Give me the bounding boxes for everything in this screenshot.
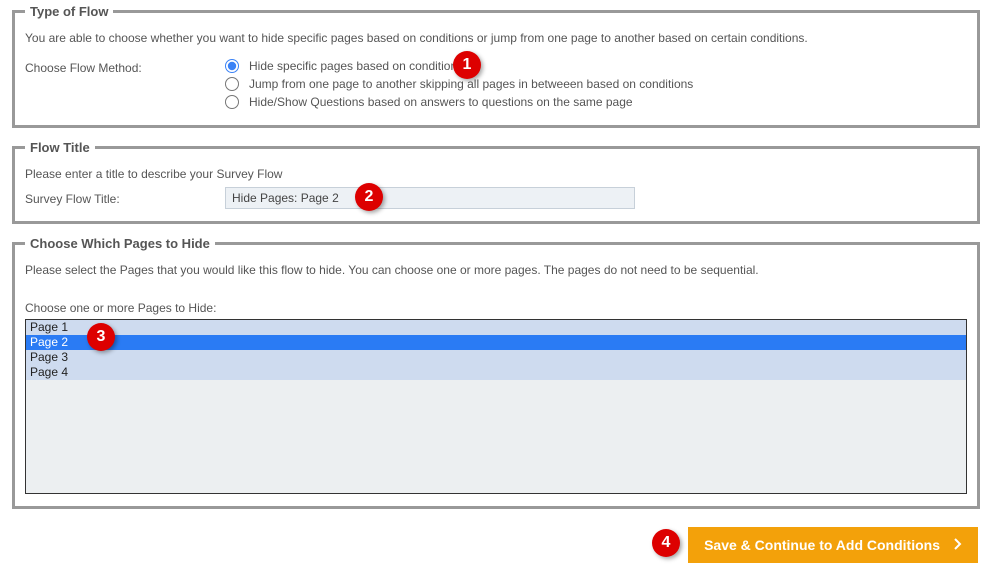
flow-title-input[interactable] [225,187,635,209]
list-item[interactable]: Page 4 [26,365,966,380]
choose-pages-section: Choose Which Pages to Hide Please select… [12,236,980,509]
pages-listbox[interactable]: Page 1 Page 2 Page 3 Page 4 [25,319,967,494]
annotation-badge-1: 1 [453,51,481,79]
flow-title-desc: Please enter a title to describe your Su… [25,167,967,181]
annotation-badge-2: 2 [355,183,383,211]
list-item[interactable]: Page 3 [26,350,966,365]
radio-hide-pages[interactable] [225,59,239,73]
type-of-flow-legend: Type of Flow [25,4,113,19]
choose-pages-legend: Choose Which Pages to Hide [25,236,215,251]
type-of-flow-desc: You are able to choose whether you want … [25,31,967,45]
flow-title-legend: Flow Title [25,140,95,155]
radio-hideshow-questions[interactable] [225,95,239,109]
annotation-badge-4: 4 [652,529,680,557]
list-item[interactable]: Page 1 [26,320,966,335]
radio-hide-pages-label: Hide specific pages based on conditions [249,59,463,73]
flow-title-label: Survey Flow Title: [25,190,225,206]
save-continue-label: Save & Continue to Add Conditions [704,537,940,553]
list-item[interactable]: Page 2 [26,335,966,350]
choose-pages-desc: Please select the Pages that you would l… [25,263,967,277]
save-continue-button[interactable]: Save & Continue to Add Conditions [688,527,978,563]
radio-jump-pages-label: Jump from one page to another skipping a… [249,77,693,91]
chevron-right-icon [954,538,962,552]
choose-pages-sublabel: Choose one or more Pages to Hide: [25,301,967,315]
radio-jump-pages[interactable] [225,77,239,91]
flow-title-section: Flow Title Please enter a title to descr… [12,140,980,224]
radio-hideshow-questions-label: Hide/Show Questions based on answers to … [249,95,633,109]
choose-method-label: Choose Flow Method: [25,59,225,75]
annotation-badge-3: 3 [87,323,115,351]
type-of-flow-section: Type of Flow You are able to choose whet… [12,4,980,128]
